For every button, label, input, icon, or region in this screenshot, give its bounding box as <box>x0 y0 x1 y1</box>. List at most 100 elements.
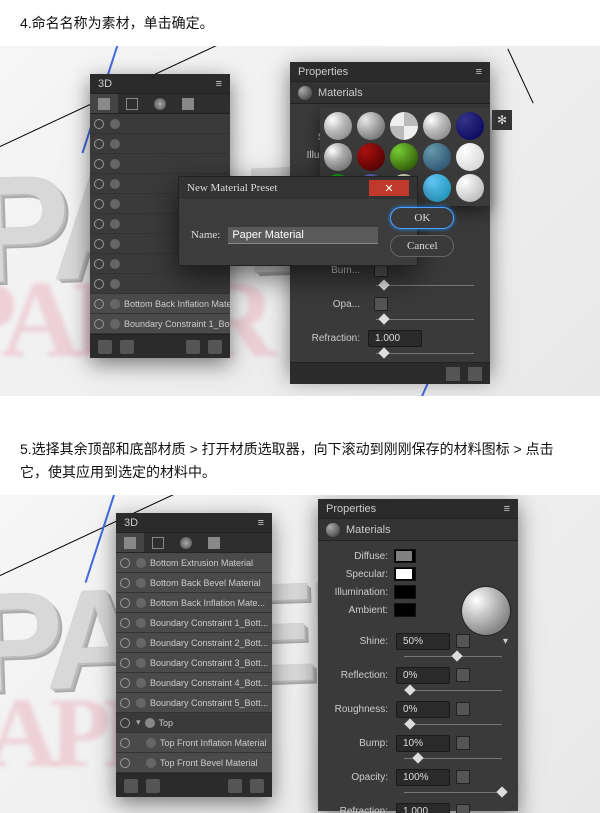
footer-icon[interactable] <box>124 779 138 793</box>
slider[interactable] <box>404 653 502 659</box>
slider[interactable] <box>404 687 502 693</box>
tab-filter-4[interactable] <box>200 533 228 552</box>
material-preset[interactable] <box>357 112 385 140</box>
slider[interactable] <box>376 350 474 356</box>
visibility-icon[interactable] <box>120 758 130 768</box>
visibility-icon[interactable] <box>94 159 104 169</box>
property-value[interactable]: 1.000 <box>368 330 422 347</box>
dialog-header[interactable]: New Material Preset ✕ <box>179 177 417 199</box>
layer-row[interactable]: Bottom Back Bevel Material <box>116 573 272 593</box>
ok-button[interactable]: OK <box>390 207 454 229</box>
visibility-icon[interactable] <box>94 199 104 209</box>
visibility-icon[interactable] <box>120 738 130 748</box>
visibility-icon[interactable] <box>94 219 104 229</box>
name-input[interactable] <box>228 227 378 244</box>
layer-row[interactable]: Boundary Constraint 4_Bott... <box>116 673 272 693</box>
material-preset[interactable] <box>423 174 451 202</box>
tab-filter-2[interactable] <box>118 94 146 113</box>
layer-row[interactable] <box>90 154 230 174</box>
property-icon[interactable] <box>456 770 470 784</box>
layer-row[interactable] <box>90 274 230 294</box>
layer-row[interactable]: Boundary Constraint 1_Bott... <box>116 613 272 633</box>
trash-icon[interactable] <box>208 340 222 354</box>
property-icon[interactable] <box>456 668 470 682</box>
material-preset[interactable] <box>357 143 385 171</box>
material-preset[interactable] <box>423 112 451 140</box>
property-icon[interactable] <box>374 297 388 311</box>
illumination-swatch[interactable] <box>394 585 416 599</box>
visibility-icon[interactable] <box>120 558 130 568</box>
property-icon[interactable] <box>456 634 470 648</box>
layer-row[interactable]: Top Front Inflation Material <box>116 733 272 753</box>
property-icon[interactable] <box>456 702 470 716</box>
visibility-icon[interactable] <box>94 279 104 289</box>
visibility-icon[interactable] <box>94 259 104 269</box>
panel-properties-header[interactable]: Properties ≡ <box>290 62 490 82</box>
property-value[interactable]: 50% <box>396 633 450 650</box>
slider[interactable] <box>404 755 502 761</box>
property-value[interactable]: 100% <box>396 769 450 786</box>
material-preset[interactable] <box>324 112 352 140</box>
material-preset[interactable] <box>456 174 484 202</box>
layer-row[interactable] <box>90 114 230 134</box>
layer-group-row[interactable]: ▾Top <box>116 713 272 733</box>
panel-menu-icon[interactable]: ≡ <box>504 503 510 515</box>
footer-icon[interactable] <box>146 779 160 793</box>
visibility-icon[interactable] <box>120 718 130 728</box>
tab-filter-2[interactable] <box>144 533 172 552</box>
slider[interactable] <box>376 282 474 288</box>
property-icon[interactable] <box>456 736 470 750</box>
layer-row[interactable]: Top Front Bevel Material <box>116 753 272 773</box>
visibility-icon[interactable] <box>94 179 104 189</box>
visibility-icon[interactable] <box>94 299 104 309</box>
tab-filter-4[interactable] <box>174 94 202 113</box>
slider[interactable] <box>404 789 502 795</box>
visibility-icon[interactable] <box>120 598 130 608</box>
preview-dropdown-icon[interactable]: ▾ <box>503 636 508 647</box>
visibility-icon[interactable] <box>94 239 104 249</box>
tab-filter-1[interactable] <box>90 94 118 113</box>
panel-3d-header[interactable]: 3D ≡ <box>90 74 230 94</box>
layer-row[interactable]: Boundary Constraint 3_Bott... <box>116 653 272 673</box>
slider[interactable] <box>404 721 502 727</box>
panel-3d-header[interactable]: 3D ≡ <box>116 513 272 533</box>
layer-row[interactable]: Bottom Back Inflation Mate... <box>90 294 230 314</box>
layer-row[interactable]: Bottom Extrusion Material <box>116 553 272 573</box>
layer-row[interactable]: Boundary Constraint 5_Bott... <box>116 693 272 713</box>
property-value[interactable]: 1.000 <box>396 803 450 813</box>
diffuse-swatch[interactable] <box>394 549 416 563</box>
layer-row[interactable] <box>90 134 230 154</box>
gear-icon[interactable]: ✻ <box>492 110 512 130</box>
property-icon[interactable] <box>456 804 470 813</box>
slider[interactable] <box>376 316 474 322</box>
trash-icon[interactable] <box>468 367 482 381</box>
footer-icon[interactable] <box>120 340 134 354</box>
panel-menu-icon[interactable]: ≡ <box>476 66 482 78</box>
material-preset[interactable] <box>423 143 451 171</box>
new-icon[interactable] <box>228 779 242 793</box>
panel-properties-header[interactable]: Properties ≡ <box>318 499 518 519</box>
new-icon[interactable] <box>186 340 200 354</box>
specular-swatch[interactable] <box>394 567 416 581</box>
material-preset[interactable] <box>456 143 484 171</box>
visibility-icon[interactable] <box>94 139 104 149</box>
visibility-icon[interactable] <box>120 578 130 588</box>
trash-icon[interactable] <box>250 779 264 793</box>
layer-row[interactable]: Bottom Back Inflation Mate... <box>116 593 272 613</box>
visibility-icon[interactable] <box>120 618 130 628</box>
panel-menu-icon[interactable]: ≡ <box>258 517 264 529</box>
property-value[interactable]: 0% <box>396 667 450 684</box>
material-preset[interactable] <box>390 143 418 171</box>
close-icon[interactable]: ✕ <box>369 180 409 196</box>
footer-icon[interactable] <box>98 340 112 354</box>
tab-filter-1[interactable] <box>116 533 144 552</box>
visibility-icon[interactable] <box>94 119 104 129</box>
visibility-icon[interactable] <box>120 698 130 708</box>
layer-row[interactable]: Boundary Constraint 2_Bott... <box>116 633 272 653</box>
material-preset[interactable] <box>456 112 484 140</box>
visibility-icon[interactable] <box>120 638 130 648</box>
visibility-icon[interactable] <box>120 658 130 668</box>
material-preset[interactable] <box>324 143 352 171</box>
new-icon[interactable] <box>446 367 460 381</box>
material-preset[interactable] <box>390 112 418 140</box>
